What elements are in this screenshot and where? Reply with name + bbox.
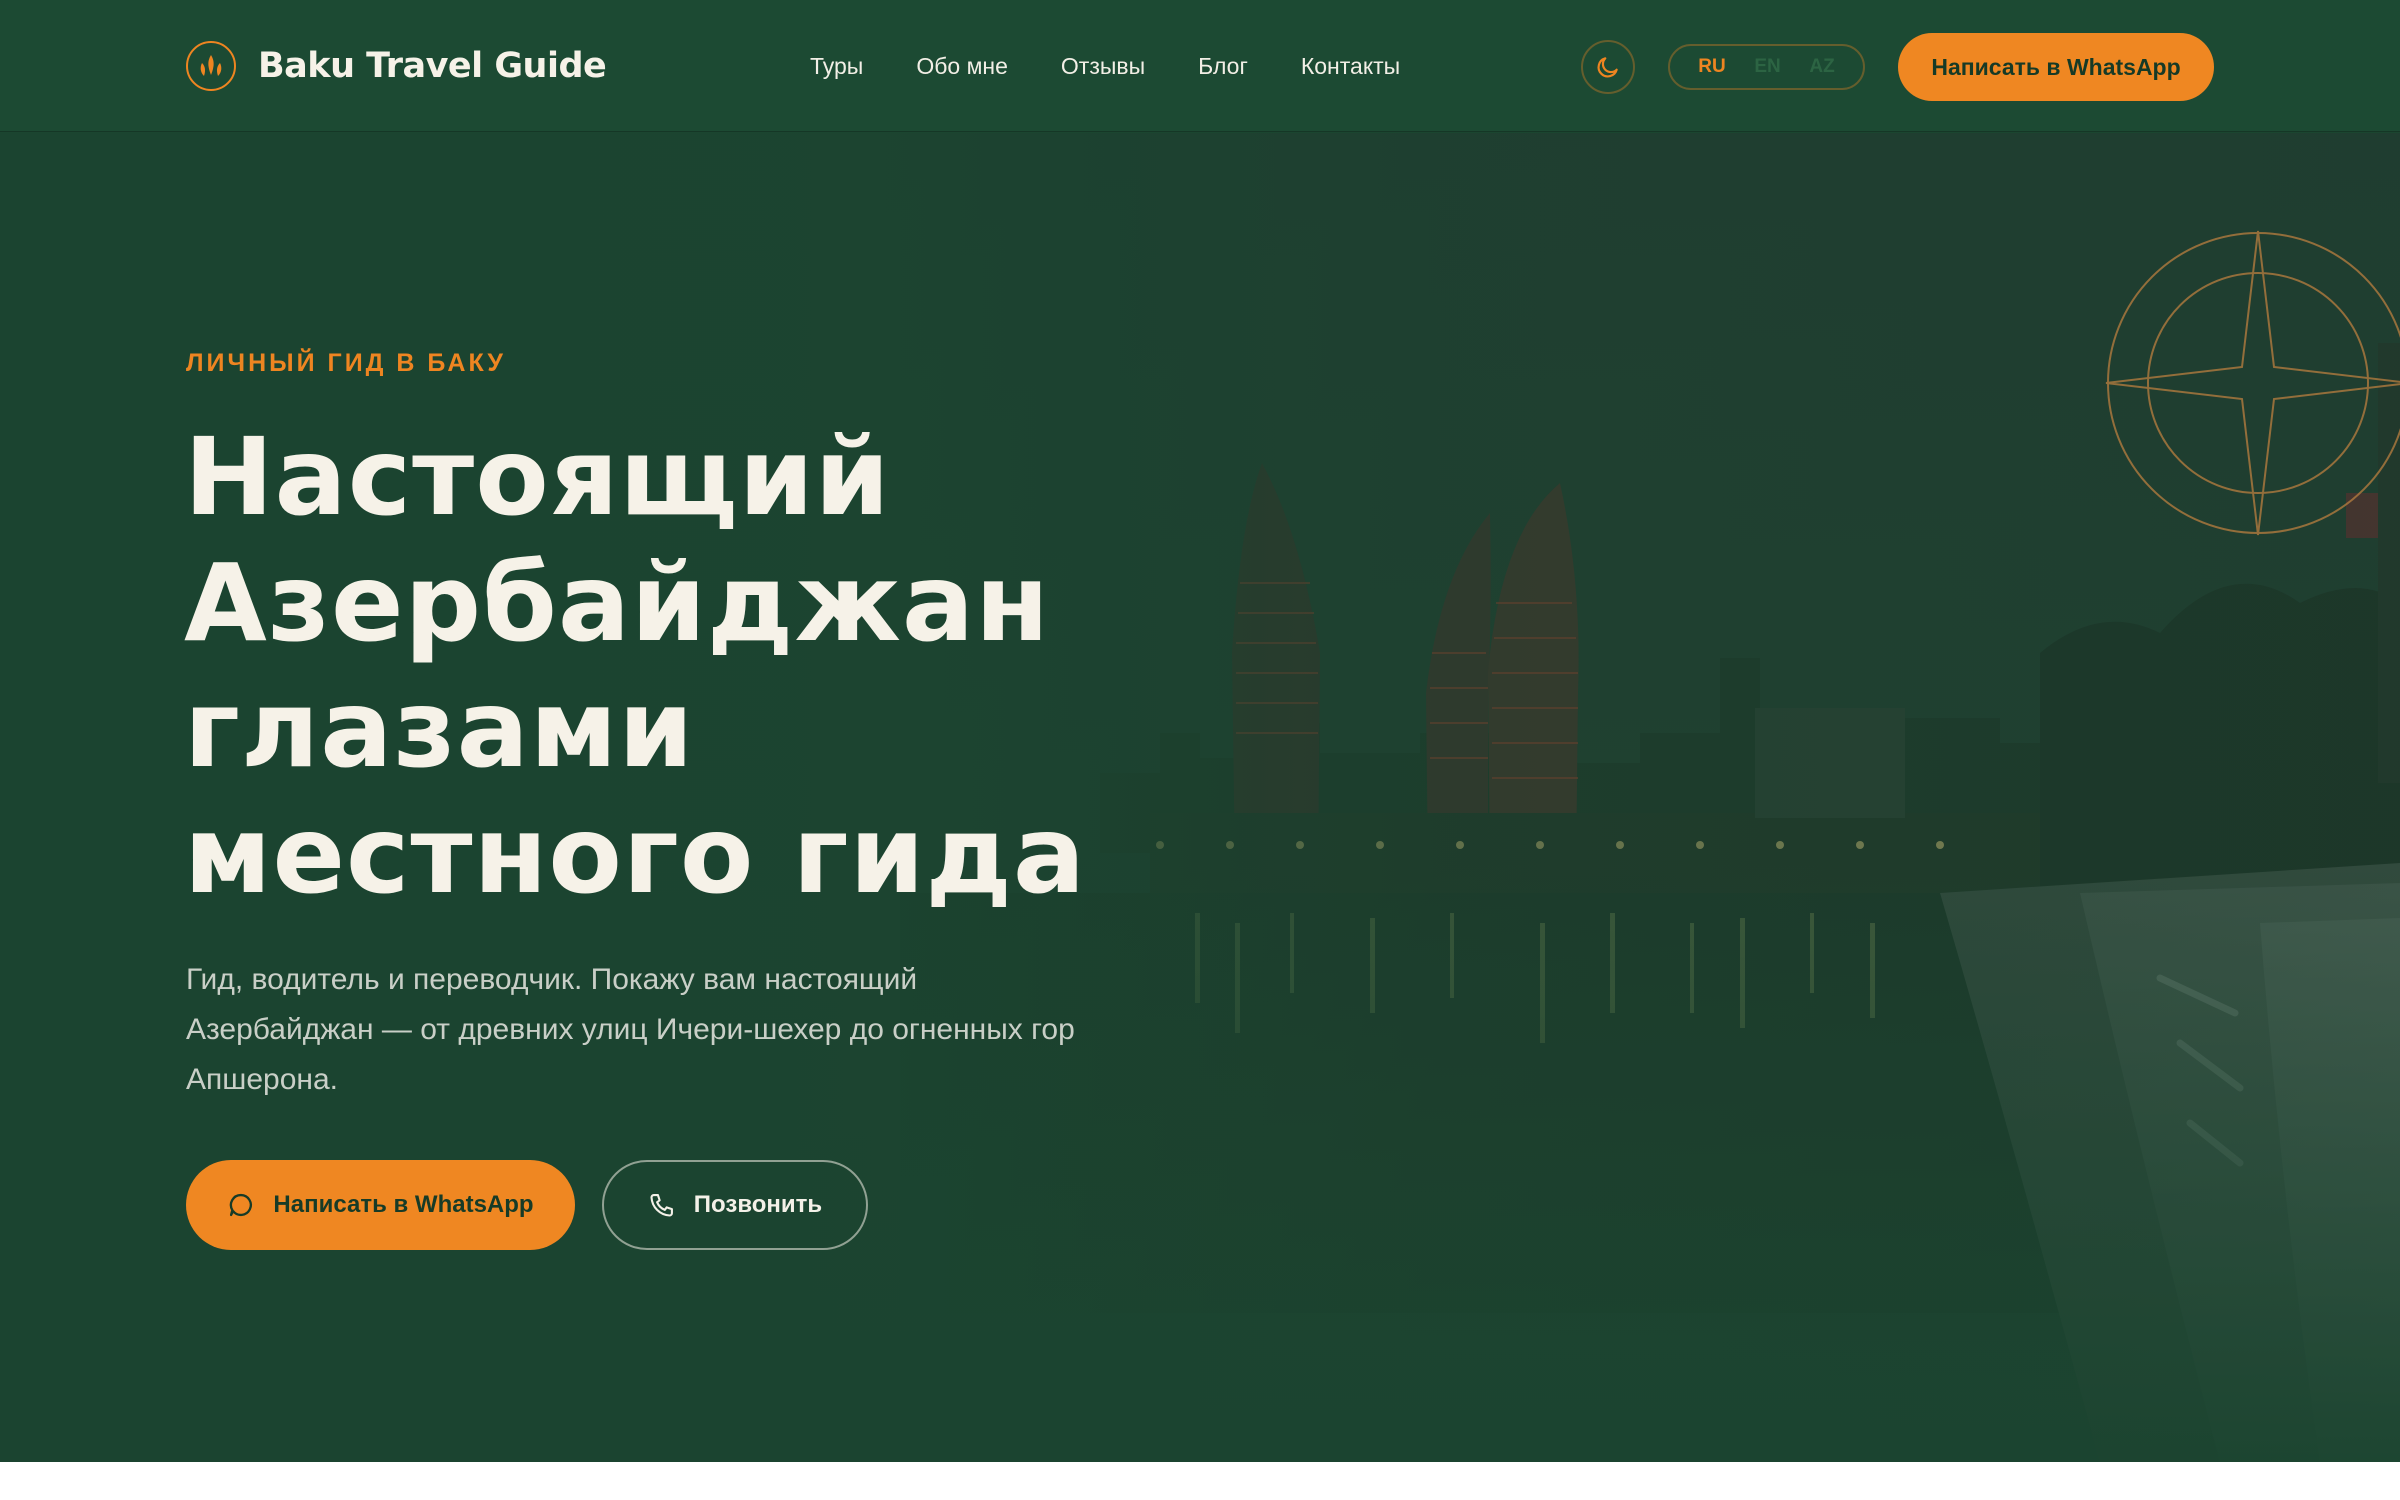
hero-whatsapp-label: Написать в WhatsApp bbox=[273, 1191, 534, 1218]
flame-leaf-icon bbox=[186, 41, 236, 91]
header-whatsapp-button[interactable]: Написать в WhatsApp bbox=[1898, 33, 2214, 101]
lang-option-ru[interactable]: RU bbox=[1698, 56, 1725, 78]
moon-icon bbox=[1597, 57, 1618, 78]
chat-bubble-icon bbox=[227, 1191, 255, 1219]
hero-title-line: глазами bbox=[184, 668, 695, 792]
hero-title: Настоящий Азербайджан глазами местного г… bbox=[184, 415, 1384, 919]
hero-title-line: местного гида bbox=[184, 794, 1087, 918]
brand-logo[interactable]: Baku Travel Guide bbox=[186, 40, 607, 92]
nav-link-blog[interactable]: Блог bbox=[1198, 53, 1248, 80]
hero-call-label: Позвонить bbox=[693, 1191, 823, 1218]
lang-option-en[interactable]: EN bbox=[1754, 56, 1780, 78]
nav-link-reviews[interactable]: Отзывы bbox=[1061, 53, 1145, 80]
page-bottom-strip bbox=[0, 1462, 2400, 1500]
hero-section: ЛИЧНЫЙ ГИД В БАКУ Настоящий Азербайджан … bbox=[0, 133, 2400, 1463]
brand-name: Baku Travel Guide bbox=[258, 46, 607, 86]
nav-link-about[interactable]: Обо мне bbox=[916, 53, 1008, 80]
hero-eyebrow: ЛИЧНЫЙ ГИД В БАКУ bbox=[186, 349, 506, 377]
hero-subtitle: Гид, водитель и переводчик. Покажу вам н… bbox=[186, 963, 1075, 1096]
site-header: Baku Travel Guide Туры Обо мне Отзывы Бл… bbox=[0, 0, 2400, 132]
nav-link-tours[interactable]: Туры bbox=[810, 53, 863, 80]
hero-whatsapp-button[interactable]: Написать в WhatsApp bbox=[186, 1160, 575, 1250]
main-nav: Туры Обо мне Отзывы Блог Контакты bbox=[810, 48, 1400, 84]
language-switcher: RU EN AZ bbox=[1668, 44, 1865, 90]
lang-option-az[interactable]: AZ bbox=[1809, 56, 1834, 78]
phone-icon bbox=[648, 1191, 676, 1219]
hero-title-line: Азербайджан bbox=[184, 542, 1051, 666]
theme-toggle-button[interactable] bbox=[1581, 40, 1635, 94]
hero-call-button[interactable]: Позвонить bbox=[602, 1160, 868, 1250]
hero-title-line: Настоящий bbox=[184, 416, 891, 540]
nav-link-contacts[interactable]: Контакты bbox=[1301, 53, 1400, 80]
